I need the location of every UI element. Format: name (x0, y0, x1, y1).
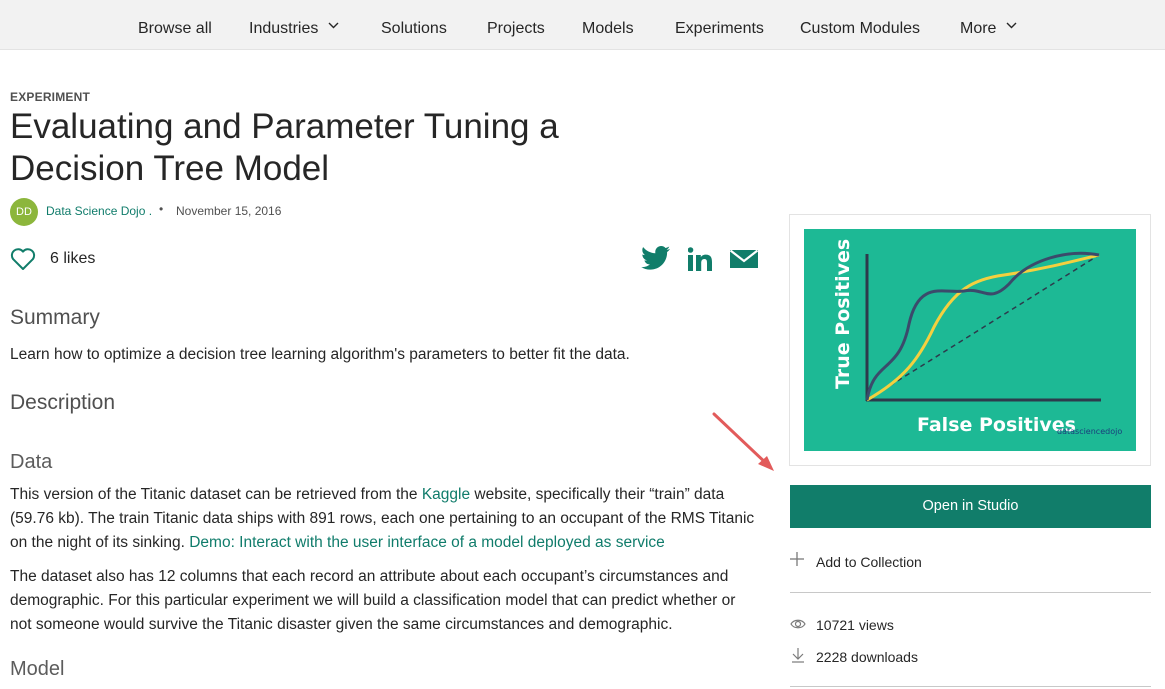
nav-industries-label: Industries (249, 20, 319, 37)
page-title: Evaluating and Parameter Tuning a Decisi… (10, 107, 559, 188)
likes-count: 6 likes (50, 250, 96, 267)
plus-icon[interactable] (790, 552, 804, 566)
annotation-arrow (712, 412, 774, 471)
data-paragraph-2: The dataset also has 12 columns that eac… (10, 568, 736, 633)
open-in-studio-button[interactable]: Open in Studio (790, 485, 1151, 528)
divider (790, 592, 1151, 593)
nav-custom-modules[interactable]: Custom Modules (800, 0, 920, 50)
downloads-count: 2228 downloads (816, 649, 918, 665)
author-link[interactable]: Data Science Dojo . (46, 204, 152, 218)
demo-link[interactable]: Demo: Interact with the user interface o… (189, 534, 665, 551)
add-to-collection-link[interactable]: Add to Collection (816, 554, 922, 570)
nav-models[interactable]: Models (582, 0, 634, 50)
nav-browse-all[interactable]: Browse all (138, 0, 212, 50)
heart-icon[interactable] (10, 247, 36, 271)
thumbnail-card: True Positives False Positives datascien… (789, 214, 1151, 466)
twitter-icon[interactable] (641, 245, 670, 271)
eye-icon (790, 619, 806, 629)
description-heading: Description (10, 391, 116, 414)
data-p1-text-a: This version of the Titanic dataset can … (10, 486, 422, 503)
avatar: DD (10, 198, 38, 226)
meta-separator: • (159, 202, 164, 216)
thumbnail-x-label: False Positives (917, 414, 1076, 436)
data-paragraph-1: This version of the Titanic dataset can … (10, 483, 755, 555)
publish-date: November 15, 2016 (176, 204, 282, 218)
roc-curve-thumbnail: True Positives False Positives datascien… (804, 229, 1136, 451)
chevron-down-icon (328, 22, 339, 29)
nav-industries[interactable]: Industries (249, 0, 339, 50)
nav-experiments[interactable]: Experiments (675, 0, 764, 50)
thumbnail-y-label: True Positives (832, 239, 854, 389)
model-heading: Model (10, 658, 65, 680)
divider (790, 686, 1151, 687)
data-heading: Data (10, 451, 53, 473)
views-count: 10721 views (816, 617, 894, 633)
nav-projects[interactable]: Projects (487, 0, 545, 50)
thumbnail-logo: datasciencedojo (1057, 427, 1122, 436)
linkedin-icon[interactable] (688, 247, 712, 271)
content-type-label: EXPERIMENT (10, 90, 91, 104)
nav-more-label: More (960, 20, 997, 37)
mail-icon[interactable] (730, 248, 758, 270)
nav-more[interactable]: More (960, 0, 1017, 50)
nav-solutions[interactable]: Solutions (381, 0, 447, 50)
chevron-down-icon (1006, 22, 1017, 29)
top-nav: Browse all Industries Solutions Projects… (0, 0, 1165, 50)
summary-heading: Summary (10, 306, 100, 329)
kaggle-link[interactable]: Kaggle (422, 486, 470, 503)
summary-text: Learn how to optimize a decision tree le… (10, 346, 630, 363)
download-icon (792, 648, 804, 663)
